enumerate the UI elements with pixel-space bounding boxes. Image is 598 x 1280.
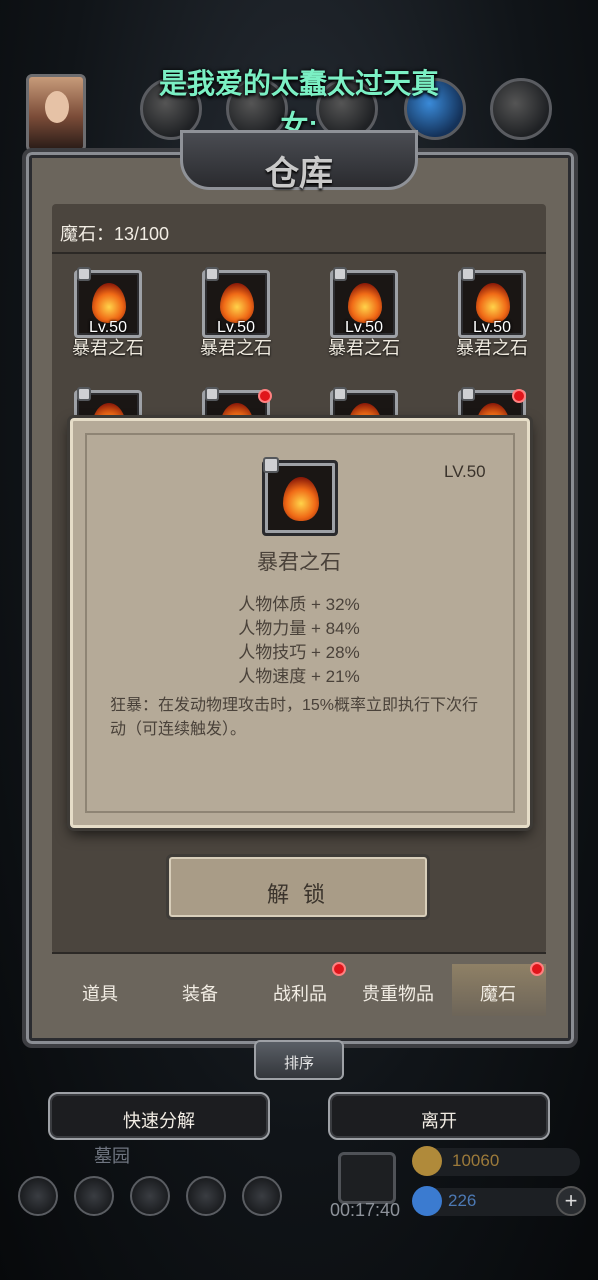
gem-amount: 226 <box>448 1191 477 1210</box>
hud-button-2[interactable] <box>74 1176 114 1216</box>
gold-coin-icon <box>412 1146 442 1176</box>
quick-decompose-label: 快速分解 <box>123 1111 195 1131</box>
popup-item-icon <box>262 457 338 536</box>
sort-button-label: 排序 <box>283 1055 314 1072</box>
caption-line-1: 是我爱的太蠢太过天真 <box>158 68 439 99</box>
leave-label: 离开 <box>421 1111 457 1131</box>
tab-magic-stones[interactable]: 魔石 <box>450 980 546 1006</box>
item-slot-3[interactable]: Lv.50 <box>330 267 398 338</box>
new-badge <box>512 389 526 403</box>
tab-loot[interactable]: 战利品 <box>252 980 348 1006</box>
popup-description: 狂暴：在发动物理攻击时，15%概率立即执行下次行动（可连续触发）。 <box>110 697 479 738</box>
popup-item-name: 暴君之石 <box>257 551 341 574</box>
hud-button-1[interactable] <box>18 1176 58 1216</box>
tab-valuables[interactable]: 贵重物品 <box>350 980 446 1006</box>
stat-constitution: 人物体质 + 32% <box>238 595 360 614</box>
item-name: 暴君之石 <box>200 338 272 358</box>
item-name: 暴君之石 <box>328 338 400 358</box>
lock-icon <box>77 387 91 401</box>
stat-skill: 人物技巧 + 28% <box>238 643 360 662</box>
add-currency-button[interactable]: + <box>556 1186 586 1216</box>
unlock-button[interactable]: 解 锁 <box>166 854 430 920</box>
panel-title: 仓库 <box>265 154 333 194</box>
fire-stone-icon <box>283 477 319 521</box>
fire-stone-icon <box>348 283 382 323</box>
top-divider <box>52 252 546 254</box>
item-name: 暴君之石 <box>72 338 144 358</box>
magic-stone-count: 魔石：13/100 <box>60 224 170 244</box>
stat-strength: 人物力量 + 84% <box>238 619 360 638</box>
tab-equipment[interactable]: 装备 <box>152 980 248 1006</box>
sort-button[interactable]: 排序 <box>254 1040 344 1080</box>
leave-button[interactable]: 离开 <box>328 1092 550 1140</box>
timer: 00:17:40 <box>330 1200 401 1220</box>
item-slot-4[interactable]: Lv.50 <box>458 267 526 338</box>
hud-button-3[interactable] <box>130 1176 170 1216</box>
quick-decompose-button[interactable]: 快速分解 <box>48 1092 270 1140</box>
popup-item-level: LV.50 <box>444 462 486 481</box>
item-slot-1[interactable]: Lv.50 <box>74 267 142 338</box>
lock-icon <box>333 267 347 281</box>
hud-button-4[interactable] <box>186 1176 226 1216</box>
lock-icon <box>205 387 219 401</box>
gold-amount: 10060 <box>452 1151 500 1170</box>
fire-stone-icon <box>476 283 510 323</box>
tab-magic-stones-badge <box>530 962 544 976</box>
lock-icon <box>205 267 219 281</box>
tab-items[interactable]: 道具 <box>52 980 148 1006</box>
tab-loot-badge <box>332 962 346 976</box>
stat-speed: 人物速度 + 21% <box>238 667 360 686</box>
gem-icon <box>412 1186 442 1216</box>
lock-icon <box>263 457 279 473</box>
item-name: 暴君之石 <box>456 338 528 358</box>
gift-box-icon[interactable] <box>338 1152 396 1204</box>
lock-icon <box>461 267 475 281</box>
new-badge <box>258 389 272 403</box>
lock-icon <box>461 387 475 401</box>
unlock-button-label: 解 锁 <box>266 882 330 907</box>
fire-stone-icon <box>220 283 254 323</box>
location-label: 墓园 <box>94 1146 130 1166</box>
fire-stone-icon <box>92 283 126 323</box>
lock-icon <box>77 267 91 281</box>
lock-icon <box>333 387 347 401</box>
item-slot-2[interactable]: Lv.50 <box>202 267 270 338</box>
hud-button-5[interactable] <box>242 1176 282 1216</box>
tab-divider <box>52 952 546 954</box>
